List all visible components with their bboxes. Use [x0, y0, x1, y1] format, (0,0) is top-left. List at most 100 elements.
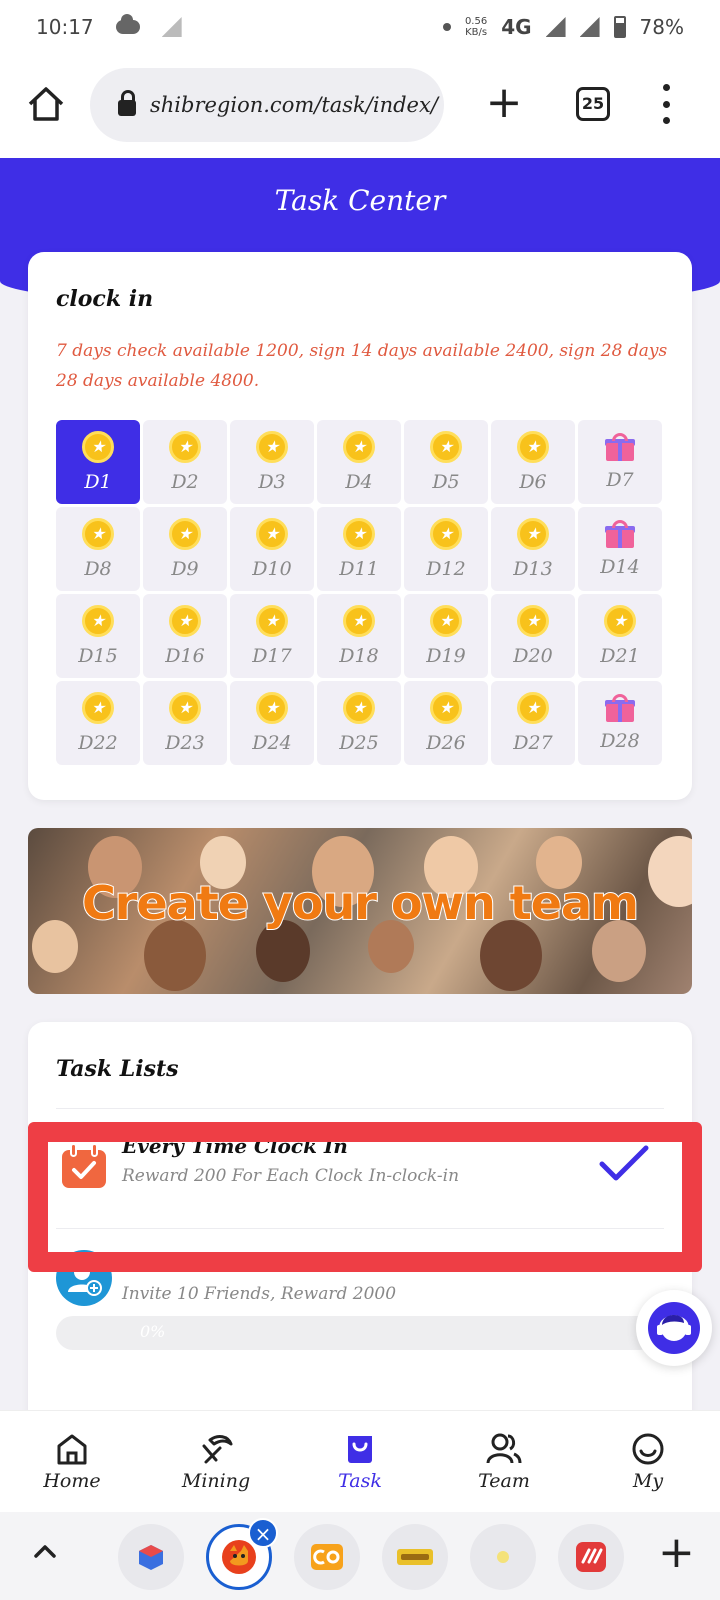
new-tab-button[interactable]: + [484, 81, 524, 125]
day-label: D6 [519, 471, 547, 493]
team-banner[interactable]: Create your own team [28, 828, 692, 994]
day-cell[interactable]: ★ D13 [491, 507, 575, 591]
add-user-icon [56, 1250, 112, 1306]
bottom-nav: Home Mining Task Team My [0, 1410, 720, 1512]
day-label: D17 [252, 645, 292, 667]
coin-icon: ★ [256, 431, 288, 463]
coin-icon: ★ [256, 605, 288, 637]
day-label: D3 [258, 471, 286, 493]
day-cell[interactable]: ★ D15 [56, 594, 140, 678]
day-label: D8 [84, 558, 112, 580]
day-cell[interactable]: ★ D16 [143, 594, 227, 678]
day-cell[interactable]: ★ D9 [143, 507, 227, 591]
nav-label: Team [478, 1469, 530, 1492]
nav-team[interactable]: Team [432, 1411, 576, 1512]
url-text: shibregion.com/task/index/ [150, 93, 438, 117]
browser-menu-button[interactable] [656, 84, 676, 124]
day-cell[interactable]: ★ D10 [230, 507, 314, 591]
day-label: D21 [600, 645, 640, 667]
day-cell[interactable]: D7 [578, 420, 662, 504]
day-cell[interactable]: ★ D23 [143, 681, 227, 765]
coin-icon: ★ [169, 692, 201, 724]
nav-my[interactable]: My [576, 1411, 720, 1512]
coin-icon: ★ [82, 431, 114, 463]
completed-check-icon [599, 1145, 649, 1181]
status-bar: 10:17 0.56 KB/s 4G 78% [0, 0, 720, 54]
day-cell[interactable]: ★ D5 [404, 420, 488, 504]
day-cell[interactable]: ★ D26 [404, 681, 488, 765]
person-figure [480, 920, 542, 992]
day-cell[interactable]: ★ D12 [404, 507, 488, 591]
day-label: D18 [339, 645, 379, 667]
day-cell[interactable]: ★ D6 [491, 420, 575, 504]
tab-switcher-button[interactable]: 25 [576, 87, 610, 121]
red-app-icon [576, 1542, 606, 1572]
day-label: D19 [426, 645, 466, 667]
close-tab-icon[interactable]: × [248, 1518, 278, 1548]
coin-icon: ★ [430, 518, 462, 550]
add-app-button[interactable]: + [658, 1528, 695, 1578]
nav-mining[interactable]: Mining [144, 1411, 288, 1512]
battery-icon [613, 16, 626, 38]
day-cell[interactable]: D28 [578, 681, 662, 765]
day-cell[interactable]: D14 [578, 507, 662, 591]
day-label: D20 [513, 645, 553, 667]
day-label: D23 [165, 732, 205, 754]
shelf-app-icon[interactable] [118, 1524, 184, 1590]
nav-task[interactable]: Task [288, 1411, 432, 1512]
coin-icon: ★ [517, 692, 549, 724]
day-label: D5 [432, 471, 460, 493]
task-name: Every Time Clock In [122, 1134, 348, 1158]
day-cell[interactable]: ★ D20 [491, 594, 575, 678]
clock-in-description: 7 days check available 1200, sign 14 day… [56, 341, 668, 391]
cq-app-icon [311, 1544, 343, 1570]
day-cell[interactable]: ★ D21 [578, 594, 662, 678]
day-label: D25 [339, 732, 379, 754]
day-cell[interactable]: ★ D24 [230, 681, 314, 765]
day-cell[interactable]: ★ D27 [491, 681, 575, 765]
shelf-app-icon[interactable] [470, 1524, 536, 1590]
day-cell[interactable]: ★ D8 [56, 507, 140, 591]
coin-icon: ★ [430, 431, 462, 463]
shelf-app-icon[interactable] [382, 1524, 448, 1590]
day-label: D7 [606, 469, 634, 491]
day-cell[interactable]: ★ D17 [230, 594, 314, 678]
day-cell[interactable]: ★ D18 [317, 594, 401, 678]
coin-icon: ★ [82, 518, 114, 550]
coin-icon: ★ [604, 605, 636, 637]
task-item-clock-in[interactable]: Every Time Clock In Reward 200 For Each … [28, 1122, 692, 1232]
day-cell[interactable]: ★ D2 [143, 420, 227, 504]
page-title: Task Center [274, 184, 446, 217]
progress-text: 0% [140, 1322, 166, 1341]
coin-icon: ★ [169, 431, 201, 463]
gift-icon [605, 520, 635, 548]
shelf-app-icon[interactable] [294, 1524, 360, 1590]
day-label: D14 [600, 556, 640, 578]
coin-icon: ★ [343, 605, 375, 637]
data-rate-value: 0.56 [464, 16, 488, 27]
coin-icon: ★ [82, 605, 114, 637]
day-cell[interactable]: ★ D4 [317, 420, 401, 504]
day-cell[interactable]: ★ D11 [317, 507, 401, 591]
day-cell[interactable]: ★ D22 [56, 681, 140, 765]
calendar-check-icon [62, 1143, 106, 1188]
nav-home[interactable]: Home [0, 1411, 144, 1512]
day-cell[interactable]: ★ D19 [404, 594, 488, 678]
task-subtitle: Reward 200 For Each Clock In-clock-in [122, 1166, 460, 1186]
day-label: D11 [339, 558, 379, 580]
gift-icon [605, 694, 635, 722]
shiba-app-icon [222, 1540, 256, 1574]
day-cell[interactable]: ★ D3 [230, 420, 314, 504]
shelf-app-icon[interactable] [558, 1524, 624, 1590]
day-label: D22 [78, 732, 118, 754]
day-label: D2 [171, 471, 199, 493]
address-bar[interactable]: shibregion.com/task/index/ [90, 68, 444, 142]
day-cell[interactable]: ★ D25 [317, 681, 401, 765]
coin-icon: ★ [169, 518, 201, 550]
customer-support-button[interactable] [636, 1290, 712, 1366]
chevron-up-icon[interactable] [30, 1536, 60, 1566]
bag-icon [348, 1435, 372, 1463]
day-cell[interactable]: ★ D1 [56, 420, 140, 504]
home-icon[interactable] [26, 84, 66, 124]
banner-text: Create your own team [81, 875, 640, 931]
